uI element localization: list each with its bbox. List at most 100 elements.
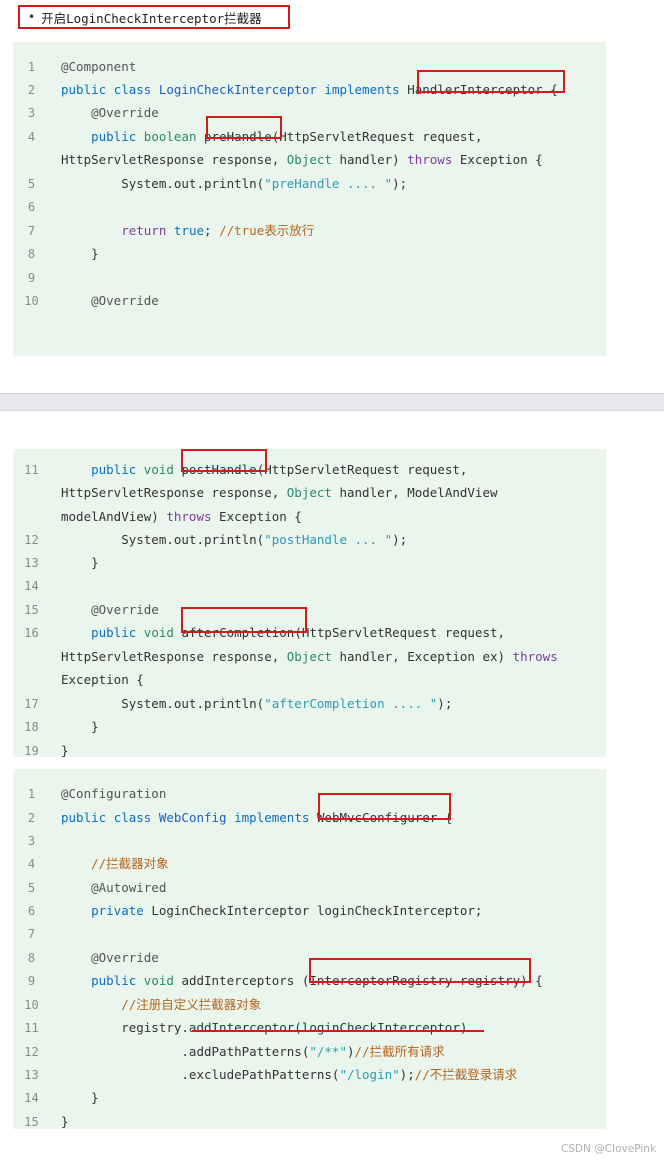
code-token: Exception { — [219, 509, 302, 524]
code-token: public — [61, 462, 144, 477]
code-token: "preHandle .... " — [264, 176, 393, 191]
code-token: Exception { — [61, 672, 144, 687]
code-token: class — [113, 82, 159, 97]
code-token: void — [143, 625, 182, 640]
code-token: public — [61, 82, 114, 97]
line-number: 11 — [24, 1021, 39, 1035]
highlight-aftercompletion — [181, 607, 307, 633]
code-token: Exception { — [459, 152, 543, 167]
code-token: HttpServletResponse response, — [61, 649, 287, 664]
line-number: 1 — [27, 787, 36, 801]
code-text: modelAndView) throws Exception { — [61, 508, 302, 526]
line-number: 12 — [24, 1045, 39, 1059]
code-token: } — [61, 719, 99, 734]
code-token: "postHandle ... " — [264, 532, 393, 547]
code-token: @Override — [61, 293, 159, 308]
code-text: System.out.println("preHandle .... "); — [61, 175, 407, 193]
code-token: LoginCheckInterceptor loginCheckIntercep… — [151, 903, 483, 918]
code-token: //true表示放行 — [219, 223, 315, 238]
line-number: 2 — [27, 811, 36, 825]
line-number: 8 — [27, 247, 36, 261]
code-token: ); — [399, 1067, 415, 1082]
code-token: ); — [392, 532, 408, 547]
line-number: 4 — [27, 130, 36, 144]
code-token: handler) — [339, 152, 408, 167]
code-token: addInterceptors — [181, 973, 302, 988]
code-text: @Component — [61, 58, 136, 76]
section-heading: • 开启LoginCheckInterceptor拦截器 — [18, 5, 290, 29]
line-number: 17 — [24, 697, 39, 711]
code-token: System.out.println( — [61, 696, 265, 711]
line-number: 3 — [27, 834, 36, 848]
code-text: } — [61, 718, 99, 736]
line-number: 13 — [24, 556, 39, 570]
code-token: //拦截器对象 — [61, 856, 169, 871]
line-number: 2 — [27, 83, 36, 97]
code-token: (HttpServletRequest request, — [294, 625, 506, 640]
line-number: 7 — [27, 224, 36, 238]
code-token: //拦截所有请求 — [354, 1044, 445, 1059]
line-number: 10 — [24, 998, 39, 1012]
code-token: @Component — [61, 59, 137, 74]
code-token: void — [143, 973, 182, 988]
code-text: System.out.println("postHandle ... "); — [61, 531, 407, 549]
line-number: 9 — [27, 974, 36, 988]
code-token: ); — [437, 696, 453, 711]
code-token: } — [61, 555, 99, 570]
code-token: "afterCompletion .... " — [264, 696, 438, 711]
code-text: HttpServletResponse response, Object han… — [61, 484, 498, 502]
line-number: 11 — [24, 463, 39, 477]
code-token: @Configuration — [61, 786, 167, 801]
code-token: handler, ModelAndView — [339, 485, 498, 500]
code-token: WebConfig — [158, 810, 235, 825]
line-number: 3 — [27, 106, 36, 120]
line-number: 1 — [27, 60, 36, 74]
bullet-icon: • — [28, 10, 36, 24]
code-token: LoginCheckInterceptor — [158, 82, 325, 97]
code-token: (HttpServletRequest request, — [271, 129, 483, 144]
watermark: CSDN @CIovePink — [560, 1143, 656, 1155]
code-text: //注册自定义拦截器对象 — [61, 996, 261, 1014]
line-number: 14 — [24, 579, 39, 593]
code-block-interceptor-part2: 11 public void postHandle(HttpServletReq… — [13, 449, 606, 758]
code-token: "/**" — [309, 1044, 347, 1059]
line-number: 9 — [27, 271, 36, 285]
code-token: throws — [512, 649, 558, 664]
line-number: 18 — [24, 720, 39, 734]
code-token: implements — [234, 810, 317, 825]
code-token: //注册自定义拦截器对象 — [61, 997, 262, 1012]
code-token: implements — [324, 82, 408, 97]
line-number: 5 — [27, 177, 36, 191]
code-text: System.out.println("afterCompletion ....… — [61, 695, 452, 713]
line-number: 4 — [27, 857, 36, 871]
line-number: 12 — [24, 533, 39, 547]
code-token: .addPathPatterns( — [61, 1044, 310, 1059]
code-token: public — [61, 625, 144, 640]
code-token: public — [61, 129, 144, 144]
code-token: @Override — [61, 950, 159, 965]
code-token: handler, Exception ex) — [339, 649, 513, 664]
code-text: @Override — [61, 601, 159, 619]
code-token: System.out.println( — [61, 176, 265, 191]
underline-add-interceptor — [192, 1030, 484, 1032]
code-token: } — [61, 743, 69, 758]
code-text: } — [61, 1089, 99, 1107]
line-number: 16 — [24, 626, 39, 640]
code-token: registry.addInterceptor(loginCheckInterc… — [61, 1020, 468, 1035]
code-text: @Configuration — [61, 785, 166, 803]
line-number: 13 — [24, 1068, 39, 1082]
code-token: Object — [286, 485, 340, 500]
code-token: return — [61, 223, 174, 238]
highlight-posthandle — [181, 449, 267, 472]
line-number: 15 — [24, 1115, 39, 1129]
highlight-interceptor-registry — [309, 958, 531, 983]
code-token: HttpServletResponse response, — [61, 152, 287, 167]
code-token: //不拦截登录请求 — [414, 1067, 518, 1082]
line-number: 6 — [27, 904, 36, 918]
highlight-webmvcconfigurer — [318, 793, 451, 820]
code-token: System.out.println( — [61, 532, 265, 547]
code-token: (HttpServletRequest request, — [256, 462, 468, 477]
code-token: } — [61, 1090, 99, 1105]
code-token: .excludePathPatterns( — [61, 1067, 340, 1082]
code-token: ); — [392, 176, 408, 191]
